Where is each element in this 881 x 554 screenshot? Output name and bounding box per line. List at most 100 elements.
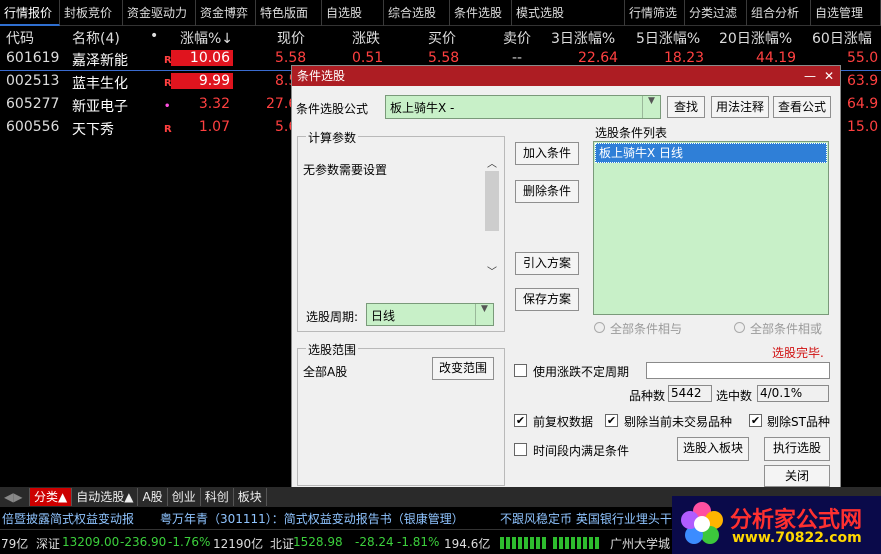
view-formula-button[interactable]: 查看公式 [773, 96, 831, 118]
tab-quote-filter[interactable]: 行情筛选 [625, 0, 685, 26]
tab-watchlist[interactable]: 自选股 [322, 0, 384, 26]
adjust-label: 前复权数据 [533, 415, 594, 429]
stock-60day: 64.9 [847, 96, 879, 112]
period-select[interactable]: 日线 ▼ [366, 303, 494, 326]
sz-value: 13209.00 [62, 535, 120, 549]
margin-mark: • [164, 101, 171, 112]
tab-feature-layout[interactable]: 特色版面 [256, 0, 322, 26]
status-news[interactable]: 广州大学城 [610, 535, 670, 552]
stock-60day: 63.9 [847, 73, 879, 89]
range-value: 全部A股 [303, 365, 348, 379]
radio-and[interactable] [594, 322, 605, 333]
radio-or[interactable] [734, 322, 745, 333]
bz-amount: 194.6亿 [444, 537, 491, 551]
formula-label: 条件选股公式 [296, 102, 369, 116]
execute-button[interactable]: 执行选股 [764, 437, 830, 461]
col-dot: • [150, 28, 159, 44]
change-range-button[interactable]: 改变范围 [432, 357, 494, 380]
to-block-button[interactable]: 选股入板块 [677, 437, 749, 461]
usage-button[interactable]: 用法注释 [711, 96, 769, 118]
selected-label: 选中数 [716, 389, 753, 403]
tab-fund-drive[interactable]: 资金驱动力 [123, 0, 196, 26]
sz-pct: -1.76% [168, 535, 211, 549]
col-60day[interactable]: 60日涨幅 [812, 28, 872, 48]
formula-value: 板上骑牛X - [390, 101, 455, 115]
tab-portfolio-analysis[interactable]: 组合分析 [747, 0, 811, 26]
radio-and-label: 全部条件相与 [610, 322, 683, 336]
stock-pct: 3.32 [198, 96, 230, 112]
news-item[interactable]: 粤万年青（301111）：简式权益变动报告书（银康管理） [160, 510, 464, 527]
condition-select-dialog: 条件选股 — ✕ 条件选股公式 板上骑牛X - ▼ 查找 用法注释 查看公式 计… [291, 65, 841, 490]
variable-period-input[interactable] [646, 362, 830, 379]
stock-code: 600556 [6, 119, 60, 135]
save-scheme-button[interactable]: 保存方案 [515, 288, 579, 311]
exclude-st-checkbox[interactable]: ✔ [749, 414, 762, 427]
variable-period-checkbox[interactable] [514, 364, 527, 377]
close-icon[interactable]: ✕ [824, 66, 834, 86]
close-button[interactable]: 关闭 [764, 465, 830, 487]
formula-select[interactable]: 板上骑牛X - ▼ [385, 95, 661, 119]
scroll-up-icon[interactable]: ︿ [484, 155, 500, 170]
params-scrollbar[interactable]: ︿ ﹀ [484, 155, 500, 279]
params-group: 计算参数 无参数需要设置 ︿ ﹀ 选股周期: 日线 ▼ [297, 129, 505, 332]
tab-quotes[interactable]: 行情报价 [0, 0, 60, 26]
col-20day[interactable]: 20日涨幅% [719, 28, 792, 48]
timerange-checkbox[interactable] [514, 443, 527, 456]
col-change[interactable]: 涨跌 [352, 28, 380, 48]
adjust-checkbox[interactable]: ✔ [514, 414, 527, 427]
stock-code: 002513 [6, 73, 60, 89]
scroll-down-icon[interactable]: ﹀ [484, 263, 500, 278]
tab-fund-game[interactable]: 资金博弈 [196, 0, 256, 26]
stock-pct: 1.07 [198, 119, 230, 135]
period-label: 选股周期: [306, 310, 359, 324]
exclude-st-label: 剔除ST品种 [767, 415, 830, 429]
col-pct[interactable]: 涨幅%↓ [180, 28, 233, 48]
tab-sector[interactable]: 板块 [234, 488, 267, 506]
col-buy[interactable]: 买价 [428, 28, 456, 48]
tab-condition-select[interactable]: 条件选股 [450, 0, 512, 26]
params-group-title: 计算参数 [306, 129, 359, 146]
bz-value: 1528.98 [293, 535, 343, 549]
minimize-icon[interactable]: — [804, 66, 816, 86]
tab-limit-auction[interactable]: 封板竞价 [60, 0, 123, 26]
col-code[interactable]: 代码 [6, 28, 34, 48]
delete-condition-button[interactable]: 删除条件 [515, 180, 579, 203]
stock-3day: 22.64 [578, 50, 619, 66]
tab-a-share[interactable]: A股 [138, 488, 168, 506]
stock-60day: 15.0 [847, 119, 879, 135]
news-item[interactable]: 倍暨披露简式权益变动报 [2, 510, 134, 527]
stock-pct: 10.06 [171, 50, 233, 66]
tab-scroll-arrows[interactable]: ◀▶ [0, 488, 30, 506]
condition-list[interactable]: 板上骑牛X 日线 [593, 141, 829, 315]
stock-buy: 5.58 [428, 50, 460, 66]
stock-name: 新亚电子 [72, 99, 128, 115]
dialog-title-bar[interactable]: 条件选股 — ✕ [292, 66, 840, 86]
period-value: 日线 [371, 309, 396, 323]
col-sell[interactable]: 卖价 [503, 28, 531, 48]
tab-chinext[interactable]: 创业 [168, 488, 201, 506]
scroll-thumb[interactable] [485, 171, 499, 231]
sz-label: 深证 [36, 537, 61, 551]
tab-auto-select[interactable]: 自动选股▲ [72, 488, 139, 506]
tab-star[interactable]: 科创 [201, 488, 234, 506]
col-5day[interactable]: 5日涨幅% [636, 28, 700, 48]
top-tab-bar: 行情报价 封板竞价 资金驱动力 资金博弈 特色版面 自选股 综合选股 条件选股 … [0, 0, 881, 26]
stock-code: 605277 [6, 96, 60, 112]
add-condition-button[interactable]: 加入条件 [515, 142, 579, 165]
col-name[interactable]: 名称(4) [72, 28, 120, 48]
params-text: 无参数需要设置 [303, 163, 388, 177]
exclude-untraded-checkbox[interactable]: ✔ [605, 414, 618, 427]
news-item[interactable]: 不跟风稳定币 英国银行业埋头干 [500, 510, 672, 527]
tab-watchlist-manage[interactable]: 自选管理 [811, 0, 881, 26]
tab-category[interactable]: 分类▲ [30, 488, 73, 506]
stock-5day: 18.23 [664, 50, 705, 66]
import-scheme-button[interactable]: 引入方案 [515, 252, 579, 275]
col-3day[interactable]: 3日涨幅% [551, 28, 615, 48]
find-button[interactable]: 查找 [667, 96, 705, 118]
tab-category-filter[interactable]: 分类过滤 [685, 0, 747, 26]
list-item[interactable]: 板上骑牛X 日线 [595, 143, 827, 163]
tab-composite-select[interactable]: 综合选股 [384, 0, 450, 26]
col-price[interactable]: 现价 [277, 28, 305, 48]
tab-pattern-select[interactable]: 模式选股 [512, 0, 625, 26]
stock-20day: 44.19 [756, 50, 797, 66]
